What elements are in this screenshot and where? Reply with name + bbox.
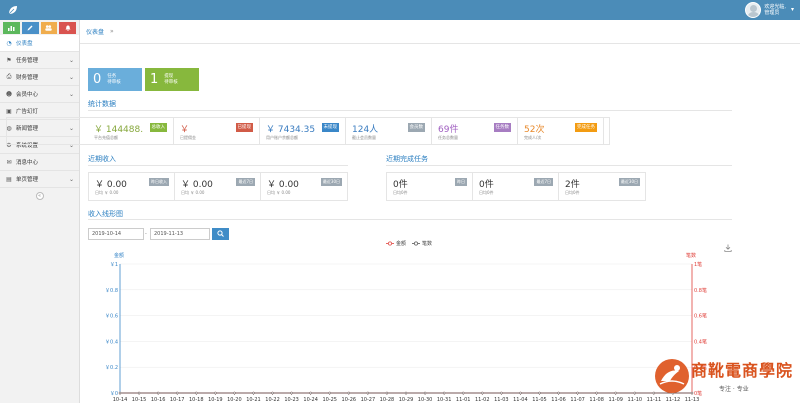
data-point — [137, 391, 141, 395]
x-tick-label: 10-15 — [132, 397, 147, 403]
data-point — [442, 391, 446, 395]
data-point — [290, 391, 293, 395]
x-tick-label: 11-07 — [570, 397, 585, 403]
y-axis-title-left: 金额 — [114, 252, 124, 259]
y-tick-label-left: ￥0.8 — [105, 288, 118, 294]
x-tick-label: 10-18 — [189, 397, 204, 403]
x-tick-label: 10-27 — [361, 397, 376, 403]
x-tick-label: 11-04 — [513, 397, 528, 403]
watermark-slogan: 专注 · 专业 — [719, 386, 749, 393]
x-tick-label: 10-17 — [170, 397, 185, 403]
data-point — [175, 391, 179, 395]
x-tick-label: 10-30 — [418, 397, 433, 403]
y-tick-label-right: 0.4笔 — [694, 338, 707, 345]
x-tick-label: 10-24 — [303, 397, 318, 403]
x-tick-label: 10-22 — [265, 397, 280, 403]
x-tick-label: 11-11 — [647, 397, 662, 403]
x-tick-label: 11-03 — [494, 397, 509, 403]
data-point — [214, 391, 217, 395]
data-point — [576, 391, 579, 395]
data-point — [538, 391, 541, 395]
x-tick-label: 11-10 — [628, 397, 643, 403]
x-tick-label: 10-16 — [151, 397, 166, 403]
data-point — [309, 391, 312, 395]
x-tick-label: 10-25 — [322, 397, 337, 403]
data-point — [347, 391, 351, 395]
watermark-name: 商靴電商學院 — [691, 361, 794, 380]
y-tick-label-right: 1笔 — [694, 261, 702, 268]
x-tick-label: 11-09 — [608, 397, 623, 403]
x-tick-label: 11-13 — [685, 397, 700, 403]
income-line-chart: ￥1 1笔￥0.8 0.8笔￥0.6 0.6笔￥0.4 0.4笔￥0.2 0.2笔￥0 0笔… — [105, 252, 707, 403]
x-tick-label: 10-21 — [246, 397, 261, 403]
x-tick-label: 10-29 — [399, 397, 414, 403]
data-point — [614, 391, 617, 395]
data-point — [252, 391, 255, 395]
y-tick-label-left: ￥0.4 — [105, 339, 118, 345]
data-point — [633, 391, 637, 395]
data-point — [500, 391, 503, 395]
watermark-logo: 商靴電商學院 专注 · 专业 — [655, 357, 795, 397]
y-tick-label-right: 0.6笔 — [694, 313, 707, 320]
y-tick-label-right: 0.8笔 — [694, 287, 707, 294]
x-tick-label: 11-01 — [456, 397, 471, 403]
x-tick-label: 11-12 — [666, 397, 681, 403]
x-tick-label: 10-28 — [380, 397, 395, 403]
data-point — [423, 391, 427, 395]
data-point — [195, 391, 198, 395]
x-tick-label: 10-31 — [437, 397, 452, 403]
x-tick-label: 10-26 — [342, 397, 357, 403]
y-tick-label-left: ￥0.2 — [105, 365, 118, 371]
x-tick-label: 10-23 — [284, 397, 299, 403]
x-tick-label: 11-05 — [532, 397, 547, 403]
data-point — [156, 391, 160, 395]
data-point — [461, 391, 465, 395]
data-point — [385, 391, 389, 395]
data-point — [366, 391, 370, 395]
data-point — [595, 391, 598, 395]
data-point — [557, 391, 560, 395]
x-tick-label: 11-02 — [475, 397, 490, 403]
watermark-seal — [655, 359, 689, 393]
data-point — [271, 391, 274, 395]
data-point — [233, 391, 236, 395]
x-tick-label: 11-06 — [551, 397, 566, 403]
data-point — [118, 391, 122, 395]
y-tick-label-left: ￥0.6 — [105, 314, 118, 320]
x-tick-label: 10-19 — [208, 397, 223, 403]
x-tick-label: 10-20 — [227, 397, 242, 403]
y-tick-label-left: ￥1 — [110, 262, 118, 268]
data-point — [328, 391, 331, 395]
x-tick-label: 10-14 — [113, 397, 128, 403]
y-axis-title-right: 笔数 — [686, 252, 696, 259]
data-point — [481, 391, 484, 395]
x-tick-label: 11-08 — [589, 397, 604, 403]
data-point — [404, 391, 408, 395]
data-point — [519, 391, 522, 395]
